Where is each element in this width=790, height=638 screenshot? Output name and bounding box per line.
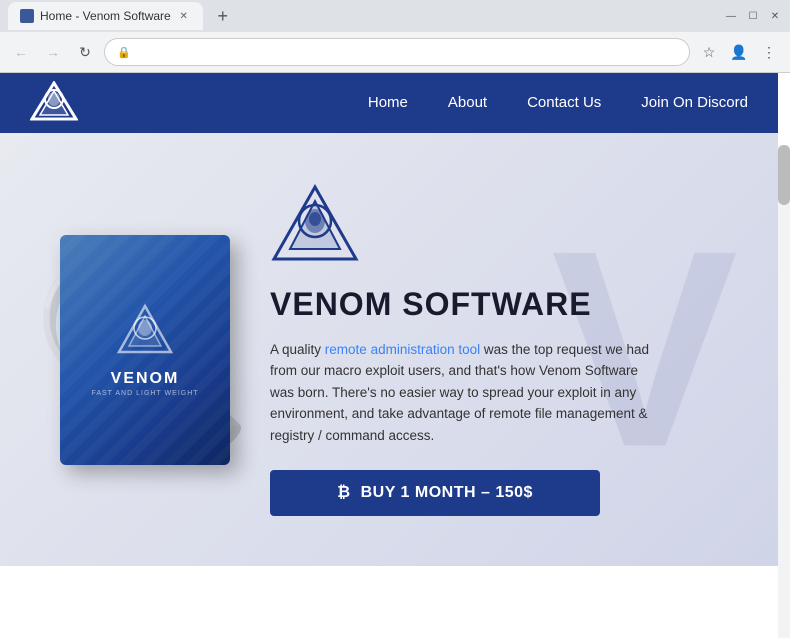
scrollbar-track[interactable] xyxy=(778,145,790,638)
back-button[interactable]: ← xyxy=(8,39,34,65)
hero-logo-large xyxy=(270,183,738,270)
security-icon: 🔒 xyxy=(117,46,131,59)
box-logo-svg xyxy=(115,302,175,357)
address-bar-row: ← → ↻ 🔒 ☆ 👤 ⋮ xyxy=(0,32,790,72)
hero-desc-link[interactable]: remote administration tool xyxy=(325,342,480,357)
product-box: VENOM FAST AND LIGHT WEIGHT xyxy=(60,235,230,465)
page-wrapper: Home About Contact Us Join On Discord V … xyxy=(0,73,790,566)
buy-button[interactable]: ₿ BUY 1 MONTH – 150$ xyxy=(270,470,600,516)
tab-close-button[interactable]: ✕ xyxy=(177,9,191,23)
scrollbar-thumb[interactable] xyxy=(778,145,790,205)
hero-title: VENOM SOFTWARE xyxy=(270,286,738,323)
title-bar: Home - Venom Software ✕ + — ☐ ✕ xyxy=(0,0,790,32)
account-button[interactable]: 👤 xyxy=(726,39,752,65)
nav-item-contact[interactable]: Contact Us xyxy=(527,94,601,112)
nav-link-contact[interactable]: Contact Us xyxy=(527,94,601,111)
bitcoin-icon: ₿ xyxy=(337,484,351,502)
hero-logo-svg xyxy=(270,183,360,265)
nav-link-home[interactable]: Home xyxy=(368,94,408,111)
close-window-button[interactable]: ✕ xyxy=(768,9,782,23)
minimize-button[interactable]: — xyxy=(724,9,738,23)
new-tab-button[interactable]: + xyxy=(209,2,237,30)
maximize-button[interactable]: ☐ xyxy=(746,9,760,23)
nav-item-about[interactable]: About xyxy=(448,94,487,112)
nav-item-home[interactable]: Home xyxy=(368,94,408,112)
hero-desc-part1: A quality xyxy=(270,342,325,357)
hero-description: A quality remote administration tool was… xyxy=(270,339,650,447)
hero-content: VENOM SOFTWARE A quality remote administ… xyxy=(270,183,778,517)
window-controls: — ☐ ✕ xyxy=(724,9,782,23)
hero-section: V 🔍 VENOM FAST AND LIGHT WEIGH xyxy=(0,133,778,566)
forward-button[interactable]: → xyxy=(40,39,66,65)
nav-links: Home About Contact Us Join On Discord xyxy=(368,94,748,112)
nav-link-about[interactable]: About xyxy=(448,94,487,111)
nav-link-discord[interactable]: Join On Discord xyxy=(641,94,748,111)
bookmark-button[interactable]: ☆ xyxy=(696,39,722,65)
tab-title: Home - Venom Software xyxy=(40,9,171,23)
site-nav: Home About Contact Us Join On Discord xyxy=(0,73,778,133)
tab-favicon xyxy=(20,9,34,23)
logo-svg xyxy=(30,81,78,125)
box-logo xyxy=(115,302,175,362)
buy-button-label: BUY 1 MONTH – 150$ xyxy=(361,484,533,502)
product-box-wrapper: VENOM FAST AND LIGHT WEIGHT xyxy=(60,235,230,465)
box-subtitle: FAST AND LIGHT WEIGHT xyxy=(91,390,198,397)
active-tab[interactable]: Home - Venom Software ✕ xyxy=(8,2,203,30)
reload-button[interactable]: ↻ xyxy=(72,39,98,65)
nav-item-discord[interactable]: Join On Discord xyxy=(641,94,748,112)
site-logo xyxy=(30,81,80,125)
website: Home About Contact Us Join On Discord V … xyxy=(0,73,778,566)
box-title: VENOM xyxy=(111,370,180,388)
address-bar[interactable]: 🔒 xyxy=(104,38,690,66)
browser-chrome: Home - Venom Software ✕ + — ☐ ✕ ← → ↻ 🔒 … xyxy=(0,0,790,73)
menu-button[interactable]: ⋮ xyxy=(756,39,782,65)
tab-strip: Home - Venom Software ✕ + xyxy=(8,2,237,30)
address-bar-actions: ☆ 👤 ⋮ xyxy=(696,39,782,65)
